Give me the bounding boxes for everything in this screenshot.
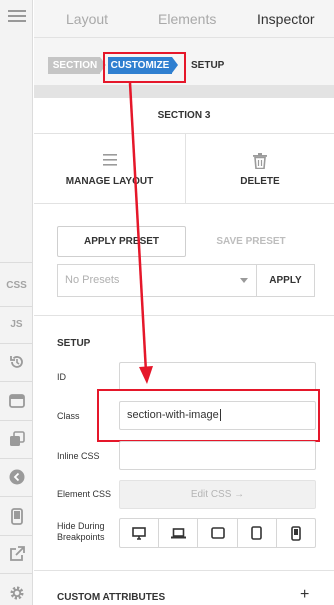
annotation-arrow <box>128 82 153 384</box>
